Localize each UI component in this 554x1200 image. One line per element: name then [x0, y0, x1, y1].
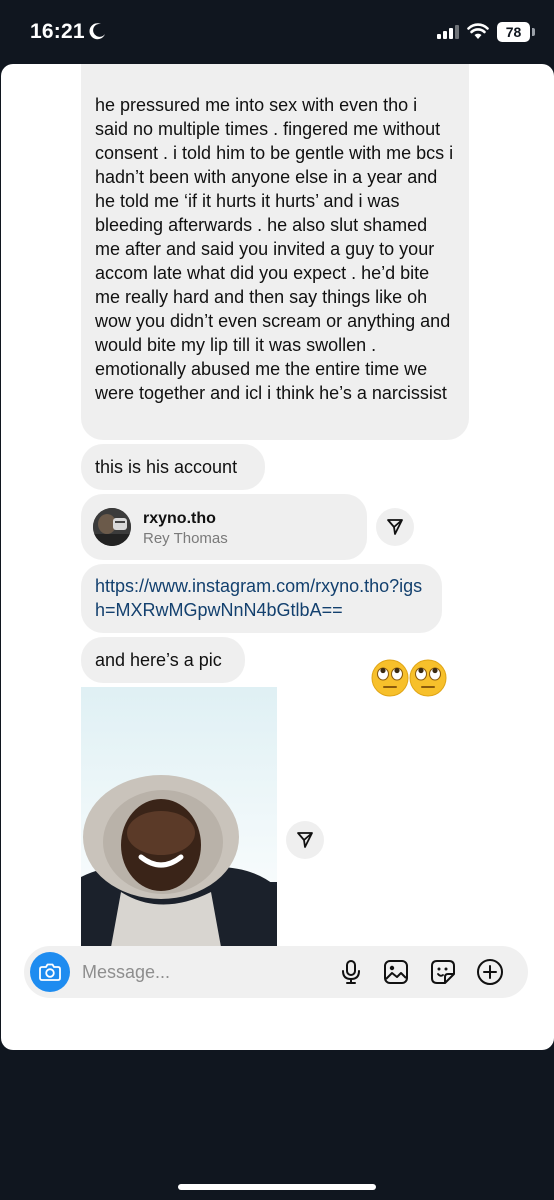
eye-roll-emoji-icon: [409, 659, 447, 697]
profile-display-name: Rey Thomas: [143, 530, 228, 547]
plus-icon[interactable]: [476, 958, 504, 986]
emoji-reaction[interactable]: [371, 659, 447, 697]
eye-roll-emoji-icon: [371, 659, 409, 697]
shared-photo[interactable]: [81, 687, 277, 947]
message-bubble-long[interactable]: he pressured me into sex with even tho i…: [81, 64, 469, 440]
sticker-icon[interactable]: [429, 958, 457, 986]
signal-icon: [437, 25, 459, 39]
camera-button[interactable]: [30, 952, 70, 992]
status-time: 16:21: [30, 20, 85, 43]
mic-icon[interactable]: [337, 958, 365, 986]
battery-indicator: 78: [497, 22, 530, 42]
home-indicator: [178, 1184, 376, 1190]
share-icon: [297, 832, 313, 848]
message-bubble-account-intro[interactable]: this is his account: [81, 444, 265, 490]
message-input[interactable]: [82, 946, 322, 998]
battery-cap: [532, 28, 535, 36]
message-composer: [24, 946, 528, 998]
gallery-icon[interactable]: [382, 958, 410, 986]
share-button[interactable]: [286, 821, 324, 859]
profile-handle: rxyno.tho: [143, 510, 216, 527]
share-button[interactable]: [376, 508, 414, 546]
shared-profile-card[interactable]: rxyno.tho Rey Thomas: [81, 494, 367, 560]
share-icon: [387, 519, 403, 535]
chat-sheet: he pressured me into sex with even tho i…: [1, 64, 554, 1050]
status-bar: 16:21 78: [0, 0, 554, 64]
moon-icon: [89, 23, 105, 40]
message-bubble-link[interactable]: https://www.instagram.com/rxyno.tho?igsh…: [81, 564, 442, 633]
camera-icon: [39, 963, 61, 981]
wifi-icon: [467, 23, 489, 39]
avatar: [93, 508, 131, 546]
message-thread[interactable]: he pressured me into sex with even tho i…: [1, 64, 554, 947]
message-bubble-pic-intro[interactable]: and here’s a pic: [81, 637, 245, 683]
